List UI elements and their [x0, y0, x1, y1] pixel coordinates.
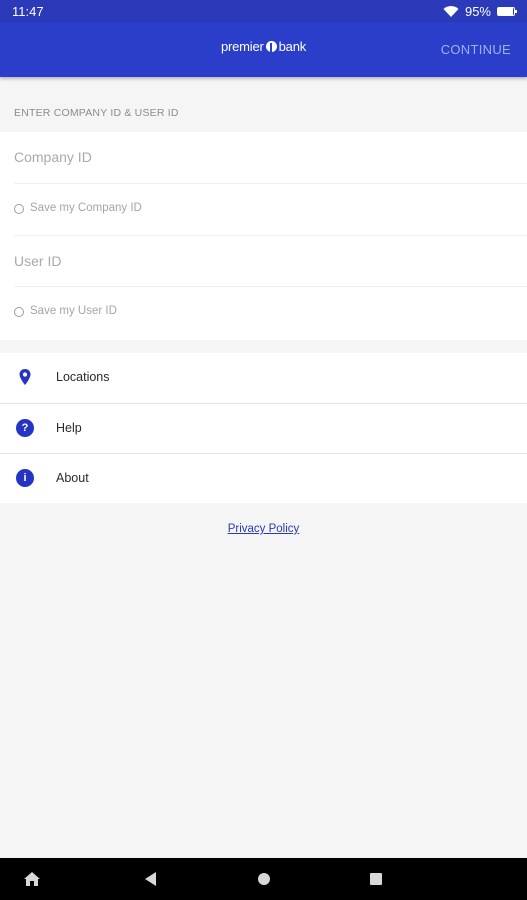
system-nav-bar: [0, 858, 527, 900]
save-user-id-toggle[interactable]: Save my User ID: [0, 287, 527, 337]
battery-icon: [497, 6, 517, 16]
menu-item-label: About: [56, 471, 89, 485]
radio-icon: [14, 204, 24, 214]
nav-back-button[interactable]: [128, 858, 172, 900]
help-icon: ?: [16, 419, 34, 437]
menu-list: Locations ? Help i About: [0, 353, 527, 503]
status-indicators: 95%: [443, 3, 517, 19]
wifi-icon: [443, 5, 459, 17]
continue-button[interactable]: CONTINUE: [441, 42, 511, 57]
brand-mark-icon: [265, 41, 277, 52]
status-time: 11:47: [12, 3, 44, 19]
location-pin-icon: [19, 369, 31, 385]
recents-icon: [370, 873, 382, 885]
home-circle-icon: [258, 873, 270, 885]
company-id-field[interactable]: Company ID: [0, 132, 527, 182]
brand-name-right: bank: [278, 39, 307, 54]
login-form: Company ID Save my Company ID User ID Sa…: [0, 132, 527, 340]
save-company-id-label: Save my Company ID: [30, 202, 142, 214]
nav-recents-button[interactable]: [354, 858, 398, 900]
menu-item-help[interactable]: ? Help: [0, 404, 527, 454]
nav-home-shortcut-button[interactable]: [0, 858, 44, 900]
company-id-placeholder: Company ID: [14, 149, 92, 165]
back-icon: [145, 872, 156, 886]
user-id-placeholder: User ID: [14, 253, 62, 269]
home-icon: [24, 872, 40, 886]
app-bar: premier bank CONTINUE: [0, 22, 527, 77]
radio-icon: [14, 307, 24, 317]
save-user-id-label: Save my User ID: [30, 305, 117, 317]
battery-percent: 95%: [464, 3, 491, 19]
menu-item-label: Help: [56, 421, 82, 435]
user-id-field[interactable]: User ID: [0, 236, 527, 286]
section-header: ENTER COMPANY ID & USER ID: [14, 107, 179, 119]
save-company-id-toggle[interactable]: Save my Company ID: [0, 184, 527, 234]
battery-level: [498, 7, 514, 15]
menu-item-about[interactable]: i About: [0, 454, 527, 504]
menu-item-label: Locations: [56, 370, 110, 384]
privacy-policy-link[interactable]: Privacy Policy: [0, 523, 527, 535]
nav-home-button[interactable]: [242, 858, 286, 900]
brand-name-left: premier: [220, 39, 264, 54]
status-bar: 11:47 95%: [0, 0, 527, 22]
menu-item-locations[interactable]: Locations: [0, 353, 527, 403]
info-icon: i: [16, 469, 34, 487]
